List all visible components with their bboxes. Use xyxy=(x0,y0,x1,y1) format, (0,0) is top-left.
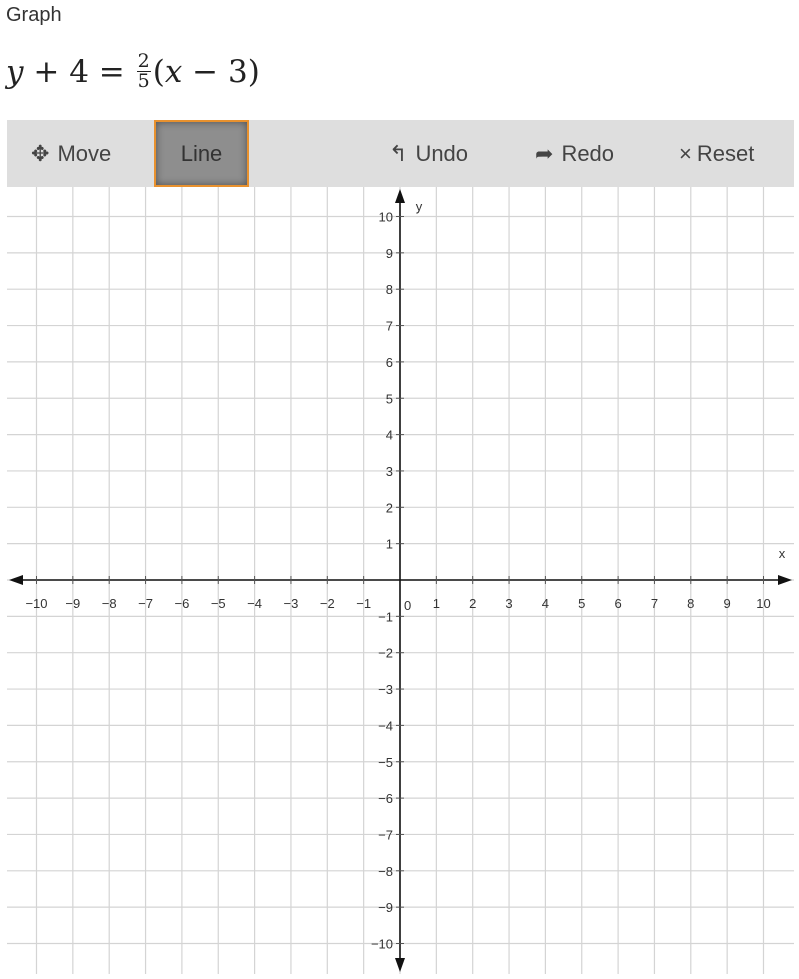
y-tick-label: 10 xyxy=(379,210,393,225)
y-tick-label: −2 xyxy=(378,646,393,661)
eq-frac-num: 2 xyxy=(136,50,151,72)
undo-arrow-icon: ↰ xyxy=(389,140,408,166)
move-label: Move xyxy=(57,140,112,166)
x-tick-label: 8 xyxy=(687,596,694,611)
move-arrows-icon: ✥ xyxy=(31,140,50,166)
x-tick-label: −9 xyxy=(65,596,80,611)
x-tick-label: 2 xyxy=(469,596,476,611)
equation: y + 4 = 2 5(x − 3) xyxy=(6,52,260,91)
redo-button[interactable]: ➦ Redo xyxy=(535,120,614,187)
redo-arrow-icon: ➦ xyxy=(535,140,554,166)
redo-label: Redo xyxy=(561,140,615,166)
x-tick-label: 9 xyxy=(724,596,731,611)
x-tick-label: −3 xyxy=(284,596,299,611)
x-tick-label: 3 xyxy=(505,596,512,611)
x-tick-label: −4 xyxy=(247,596,262,611)
y-tick-label: 7 xyxy=(386,319,393,334)
x-icon: × xyxy=(679,140,692,166)
y-tick-label: −9 xyxy=(378,900,393,915)
x-tick-label: −7 xyxy=(138,596,153,611)
y-tick-label: 5 xyxy=(386,391,393,406)
x-tick-label: −1 xyxy=(356,596,371,611)
eq-rhs-rest: − 3) xyxy=(182,53,260,90)
x-tick-label: 5 xyxy=(578,596,585,611)
x-tick-label: −8 xyxy=(102,596,117,611)
y-tick-label: 6 xyxy=(386,355,393,370)
x-tick-label: −10 xyxy=(25,596,47,611)
y-tick-label: −6 xyxy=(378,791,393,806)
undo-label: Undo xyxy=(415,140,469,166)
y-tick-label: −3 xyxy=(378,682,393,697)
reset-button[interactable]: × Reset xyxy=(679,120,754,187)
reset-label: Reset xyxy=(696,140,755,166)
y-tick-label: −8 xyxy=(378,864,393,879)
graph-toolbar: ✥ Move Line ↰ Undo ➦ Redo × Reset xyxy=(7,120,794,187)
y-tick-label: −1 xyxy=(378,609,393,624)
line-label: Line xyxy=(180,140,223,166)
y-tick-label: −4 xyxy=(378,718,393,733)
eq-lhs-var: y xyxy=(6,53,24,90)
x-tick-label: 6 xyxy=(614,596,621,611)
eq-rhs-open: ( xyxy=(152,53,165,90)
y-tick-label: 9 xyxy=(386,246,393,261)
x-tick-label: 4 xyxy=(542,596,549,611)
y-tick-label: −5 xyxy=(378,755,393,770)
line-button[interactable]: Line xyxy=(154,120,249,187)
x-tick-label: −2 xyxy=(320,596,335,611)
coordinate-plane[interactable]: −10 −9 −8 −7 −6 −5 −4 −3 −2 −1 1 2 3 4 5 6 7 8 9 10−10−9−8−… xyxy=(7,187,794,974)
x-tick-label: 7 xyxy=(651,596,658,611)
undo-button[interactable]: ↰ Undo xyxy=(389,120,468,187)
eq-frac-den: 5 xyxy=(137,70,150,92)
eq-lhs-rest: + 4 = xyxy=(23,53,135,90)
graph-title: Graph xyxy=(6,4,62,26)
y-tick-label: 3 xyxy=(386,464,393,479)
y-tick-label: −7 xyxy=(378,827,393,842)
eq-fraction: 25 xyxy=(136,50,151,92)
eq-rhs-var: x xyxy=(164,53,183,90)
origin-label: 0 xyxy=(404,598,411,613)
x-tick-label: −6 xyxy=(174,596,189,611)
x-tick-label: 10 xyxy=(756,596,770,611)
y-tick-label: 8 xyxy=(386,282,393,297)
x-tick-label: 1 xyxy=(433,596,440,611)
y-tick-label: 2 xyxy=(386,500,393,515)
x-tick-label: −5 xyxy=(211,596,226,611)
y-axis-label: y xyxy=(416,199,423,214)
y-tick-label: 1 xyxy=(386,537,393,552)
move-button[interactable]: ✥ Move xyxy=(31,120,111,187)
x-axis-label: x xyxy=(779,546,786,561)
y-tick-label: −10 xyxy=(371,937,393,952)
y-tick-label: 4 xyxy=(386,428,393,443)
